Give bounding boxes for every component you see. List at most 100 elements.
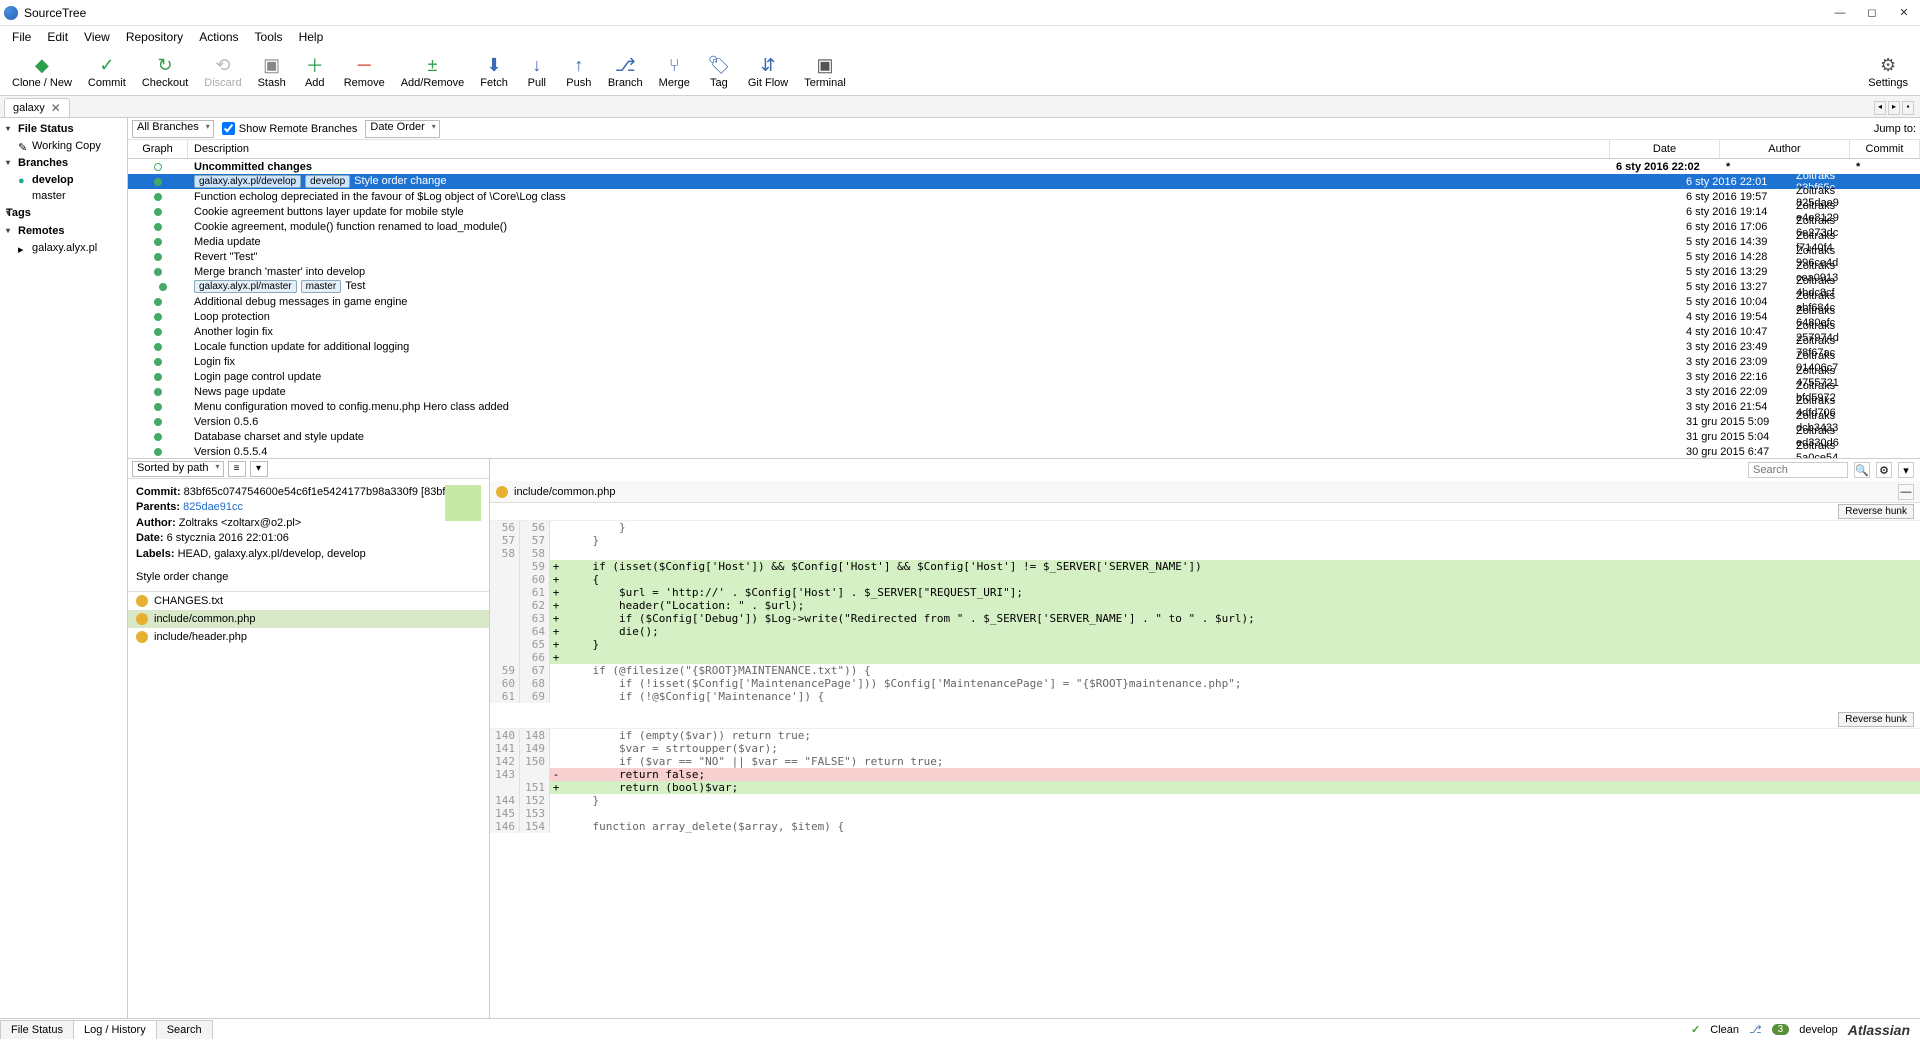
diff-line: 62+ header("Location: " . $url); (490, 599, 1920, 612)
col-commit[interactable]: Commit (1850, 140, 1920, 158)
commit-row[interactable]: Merge branch 'master' into develop5 sty … (128, 264, 1920, 279)
branch-button[interactable]: ⎇Branch (600, 52, 651, 91)
menu-help[interactable]: Help (291, 27, 332, 47)
add-button[interactable]: ＋Add (294, 52, 336, 91)
modified-icon (136, 595, 148, 607)
commit-detail-panel: Sorted by path ≡ ▾ Commit: 83bf65c074754… (128, 459, 490, 1018)
commit-row[interactable]: Menu configuration moved to config.menu.… (128, 399, 1920, 414)
menu-actions[interactable]: Actions (191, 27, 246, 47)
commit-row[interactable]: Loop protection4 sty 2016 19:54Zoltraks … (128, 309, 1920, 324)
branch-filter-select[interactable]: All Branches (132, 120, 214, 138)
remove-button[interactable]: －Remove (336, 52, 393, 91)
collapse-icon[interactable]: — (1898, 484, 1914, 500)
reverse-hunk-button[interactable]: Reverse hunk (1838, 712, 1914, 727)
addremove-button[interactable]: ±Add/Remove (393, 52, 473, 91)
add-icon: ＋ (304, 54, 326, 76)
diff-gear-icon[interactable]: ⚙ (1876, 462, 1892, 478)
tree-view-button[interactable]: ▾ (250, 461, 268, 477)
diff-dropdown-icon[interactable]: ▾ (1898, 462, 1914, 478)
jump-to-label: Jump to: (1874, 123, 1916, 135)
modified-icon (136, 613, 148, 625)
show-remote-checkbox[interactable]: Show Remote Branches (222, 122, 358, 135)
push-button[interactable]: ↑Push (558, 52, 600, 91)
commit-row[interactable]: galaxy.alyx.pl/developdevelopStyle order… (128, 174, 1920, 189)
commit-row[interactable]: Version 0.5.5.430 gru 2015 6:47Zoltraks … (128, 444, 1920, 458)
diff-panel: 🔍 ⚙ ▾ include/common.php — Reverse hunk5… (490, 459, 1920, 1018)
discard-button[interactable]: ⟲Discard (196, 52, 249, 91)
diff-line: 59+ if (isset($Config['Host']) && $Confi… (490, 560, 1920, 573)
sidebar-item-branch-develop[interactable]: ●develop (0, 172, 127, 188)
order-select[interactable]: Date Order (365, 120, 439, 138)
minimize-button[interactable]: — (1828, 5, 1852, 21)
menu-repository[interactable]: Repository (118, 27, 191, 47)
sidebar-group-file-status[interactable]: File Status (0, 120, 127, 138)
file-item[interactable]: include/common.php (128, 610, 489, 628)
clone-button[interactable]: ◆Clone / New (4, 52, 80, 91)
settings-button[interactable]: ⚙ Settings (1860, 52, 1916, 91)
commit-row[interactable]: Additional debug messages in game engine… (128, 294, 1920, 309)
commit-row[interactable]: Cookie agreement, module() function rena… (128, 219, 1920, 234)
diff-body[interactable]: Reverse hunk5656 }5757 }5858 59+ if (iss… (490, 503, 1920, 1018)
tab-search[interactable]: Search (156, 1020, 213, 1039)
close-button[interactable]: ✕ (1892, 5, 1916, 21)
commit-row[interactable]: Media update5 sty 2016 14:39Zoltraks f71… (128, 234, 1920, 249)
remove-icon: － (353, 54, 375, 76)
sort-select[interactable]: Sorted by path (132, 461, 224, 477)
sidebar-item-remote[interactable]: ▸galaxy.alyx.pl (0, 240, 127, 256)
modified-icon (136, 631, 148, 643)
commit-row[interactable]: Function echolog depreciated in the favo… (128, 189, 1920, 204)
status-branch[interactable]: develop (1799, 1024, 1838, 1036)
commit-row[interactable]: Version 0.5.631 gru 2015 5:09Zoltraks dc… (128, 414, 1920, 429)
maximize-button[interactable]: ◻ (1860, 5, 1884, 21)
clone-icon: ◆ (31, 54, 53, 76)
commit-row[interactable]: Login fix3 sty 2016 23:09Zoltraks 01406c… (128, 354, 1920, 369)
sidebar-item-working-copy[interactable]: ✎Working Copy (0, 138, 127, 154)
tab-log-history[interactable]: Log / History (73, 1020, 157, 1039)
repo-tab[interactable]: galaxy ✕ (4, 98, 70, 117)
reverse-hunk-button[interactable]: Reverse hunk (1838, 504, 1914, 519)
file-item[interactable]: CHANGES.txt (128, 592, 489, 610)
terminal-button[interactable]: ▣Terminal (796, 52, 854, 91)
commit-row[interactable]: galaxy.alyx.pl/mastermasterTest5 sty 201… (128, 279, 1920, 294)
checkout-button[interactable]: ↻Checkout (134, 52, 196, 91)
commit-row[interactable]: Another login fix4 sty 2016 10:47Zoltrak… (128, 324, 1920, 339)
commit-row[interactable]: News page update3 sty 2016 22:09Zoltraks… (128, 384, 1920, 399)
menu-view[interactable]: View (76, 27, 118, 47)
menu-file[interactable]: File (4, 27, 39, 47)
close-icon[interactable]: ✕ (51, 101, 61, 115)
parent-link[interactable]: 825dae91cc (183, 501, 243, 513)
nav-buttons[interactable]: ◂ ▸ ▪ (1872, 99, 1916, 117)
gitflow-button[interactable]: ⇵Git Flow (740, 52, 796, 91)
commit-row[interactable]: Login page control update3 sty 2016 22:1… (128, 369, 1920, 384)
col-author[interactable]: Author (1720, 140, 1850, 158)
col-desc[interactable]: Description (188, 140, 1610, 158)
bottom-bar: File Status Log / History Search ✓ Clean… (0, 1018, 1920, 1040)
diff-search-input[interactable] (1748, 462, 1848, 478)
stash-button[interactable]: ▣Stash (250, 52, 294, 91)
sidebar-item-branch-master[interactable]: master (0, 188, 127, 204)
file-item[interactable]: include/header.php (128, 628, 489, 646)
author-avatar (445, 485, 481, 521)
search-icon[interactable]: 🔍 (1854, 462, 1870, 478)
commit-row[interactable]: Uncommitted changes6 sty 2016 22:02** (128, 159, 1920, 174)
commit-button[interactable]: ✓Commit (80, 52, 134, 91)
col-date[interactable]: Date (1610, 140, 1720, 158)
diff-line: 144152 } (490, 794, 1920, 807)
commit-row[interactable]: Cookie agreement buttons layer update fo… (128, 204, 1920, 219)
commit-row[interactable]: Revert "Test"5 sty 2016 14:28Zoltraks 99… (128, 249, 1920, 264)
commit-row[interactable]: Locale function update for additional lo… (128, 339, 1920, 354)
tag-button[interactable]: 🏷Tag (698, 52, 740, 91)
commit-row[interactable]: Database charset and style update31 gru … (128, 429, 1920, 444)
sidebar-group-tags[interactable]: Tags (0, 204, 127, 222)
menu-edit[interactable]: Edit (39, 27, 76, 47)
merge-button[interactable]: ⑂Merge (651, 52, 698, 91)
tab-file-status[interactable]: File Status (0, 1020, 74, 1039)
discard-icon: ⟲ (212, 54, 234, 76)
menu-tools[interactable]: Tools (247, 27, 291, 47)
col-graph[interactable]: Graph (128, 140, 188, 158)
pull-button[interactable]: ↓Pull (516, 52, 558, 91)
list-view-button[interactable]: ≡ (228, 461, 246, 477)
sidebar-group-branches[interactable]: Branches (0, 154, 127, 172)
sidebar-group-remotes[interactable]: Remotes (0, 222, 127, 240)
fetch-button[interactable]: ⬇Fetch (472, 52, 516, 91)
